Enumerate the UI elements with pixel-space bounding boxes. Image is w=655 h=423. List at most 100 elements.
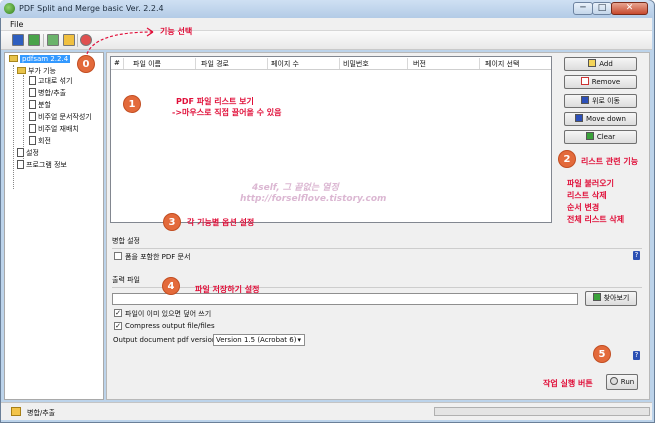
watermark-line: http://forselflove.tistory.com [240, 194, 387, 204]
tree-node-plugin[interactable]: 회전 [29, 136, 51, 146]
tree-node-plugin[interactable]: 고대로 섞기 [29, 76, 72, 86]
toolbar-divider [77, 34, 78, 47]
document-icon [29, 136, 36, 145]
output-file-label: 출력 파일 [112, 276, 140, 284]
annotation-list-item: 파일 불러오기 [567, 179, 614, 188]
remove-button[interactable]: Remove [564, 75, 637, 89]
pdf-version-label: Output document pdf version: [113, 336, 219, 344]
toolbar-divider [43, 34, 44, 47]
column-header[interactable]: 비밀번호 [343, 59, 369, 69]
chevron-down-icon: ▾ [297, 336, 301, 344]
overwrite-checkbox-label: 파일이 이미 있으면 덮어 쓰기 [125, 310, 212, 318]
progress-bar [434, 407, 650, 416]
annotation-text-3: 각 기능별 옵션 설정 [187, 218, 255, 227]
compress-checkbox-label: Compress output file/files [125, 322, 215, 330]
annotation-badge-5: 5 [593, 345, 611, 363]
tree-node-root[interactable]: pdfsam 2.2.4 [9, 55, 71, 63]
document-icon [17, 148, 24, 157]
plugin-tree: pdfsam 2.2.4 부가 기능 고대로 섞기 병합/추출 분할 비주얼 문… [4, 52, 104, 400]
annotation-list-item: 전체 리스트 삭제 [567, 215, 625, 224]
document-icon [17, 160, 24, 169]
forms-checkbox[interactable] [114, 252, 122, 260]
annotation-list-item: 순서 변경 [567, 203, 600, 212]
folder-icon [11, 407, 21, 416]
column-separator [267, 58, 268, 69]
menu-file[interactable]: File [10, 20, 23, 29]
destination-input[interactable] [112, 293, 578, 305]
move-down-button[interactable]: Move down [564, 112, 637, 126]
remove-icon [580, 77, 589, 85]
window-title: PDF Split and Merge basic Ver. 2.2.4 [19, 4, 164, 13]
browse-button[interactable]: 찾아보기 [585, 291, 637, 306]
document-icon [29, 124, 36, 133]
folder-icon [9, 55, 18, 62]
run-button[interactable]: Run [606, 374, 638, 390]
column-separator [479, 58, 480, 69]
column-header[interactable]: 페이지 선택 [485, 59, 519, 69]
tree-node-settings[interactable]: 설정 [17, 148, 39, 158]
app-logo-icon [4, 3, 15, 14]
column-header[interactable]: 페이지 수 [271, 59, 299, 69]
tree-node-plugin[interactable]: 비주얼 문서작성기 [29, 112, 92, 122]
column-separator [195, 58, 196, 69]
arrow-down-icon [575, 114, 584, 122]
clean-icon[interactable] [63, 34, 75, 46]
table-header: # 파일 이름 파일 경로 페이지 수 비밀번호 버전 페이지 선택 [111, 57, 551, 70]
folder-icon [17, 67, 26, 74]
annotation-arrow [86, 27, 154, 55]
annotation-badge-1: 1 [123, 95, 141, 113]
clear-button[interactable]: Clear [564, 130, 637, 144]
annotation-text-2: 리스트 관련 기능 [581, 157, 639, 166]
column-header[interactable]: 파일 이름 [133, 59, 161, 69]
open-icon[interactable] [28, 34, 40, 46]
save-icon[interactable] [12, 34, 24, 46]
annotation-text-0: 기능 선택 [160, 27, 193, 36]
add-button[interactable]: Add [564, 57, 637, 71]
tree-node-plugin[interactable]: 분할 [29, 100, 51, 110]
merge-options-label: 병합 설정 [112, 237, 140, 245]
annotation-text-1b: ->마우스로 직접 끌어올 수 있음 [172, 108, 282, 117]
pdf-version-select[interactable]: Version 1.5 (Acrobat 6) ▾ [213, 334, 305, 346]
tree-line [13, 65, 14, 189]
duplicate-icon[interactable] [47, 34, 59, 46]
document-icon [29, 100, 36, 109]
run-gear-icon [609, 377, 618, 385]
folder-open-icon [592, 293, 601, 301]
section-divider [112, 287, 642, 288]
clear-icon [585, 132, 594, 140]
help-icon[interactable]: ? [633, 251, 640, 260]
minimize-button[interactable]: ─ [573, 2, 593, 15]
column-header[interactable]: 파일 경로 [201, 59, 229, 69]
forms-checkbox-label: 폼을 포함한 PDF 문서 [125, 253, 191, 261]
column-header[interactable]: # [114, 59, 120, 67]
tree-node-info[interactable]: 프로그램 정보 [17, 160, 67, 170]
annotation-badge-3: 3 [163, 213, 181, 231]
annotation-text-5: 작업 실행 버튼 [543, 379, 593, 388]
status-bar: 병합/추출 [1, 402, 652, 420]
document-icon [29, 112, 36, 121]
annotation-list-item: 리스트 삭제 [567, 191, 607, 200]
maximize-button[interactable]: □ [592, 2, 612, 15]
tree-node-plugin[interactable]: 병합/추출 [29, 88, 66, 98]
column-separator [339, 58, 340, 69]
status-text: 병합/추출 [27, 409, 56, 417]
annotation-badge-0: 0 [77, 55, 95, 73]
column-header[interactable]: 버전 [413, 59, 426, 69]
document-icon [29, 76, 36, 85]
tree-node-plugin[interactable]: 비주얼 재배치 [29, 124, 79, 134]
help-icon[interactable]: ? [633, 351, 640, 360]
annotation-text-1: PDF 파일 리스트 보기 [176, 97, 254, 106]
watermark-line: 4self, 그 끝없는 열정 [252, 183, 339, 193]
document-icon [29, 88, 36, 97]
add-file-icon [588, 59, 597, 67]
column-separator [123, 58, 124, 69]
compress-checkbox[interactable]: ✓ [114, 322, 122, 330]
annotation-badge-2: 2 [558, 150, 576, 168]
move-up-button[interactable]: 위로 이동 [564, 94, 637, 108]
overwrite-checkbox[interactable]: ✓ [114, 309, 122, 317]
column-separator [407, 58, 408, 69]
annotation-badge-4: 4 [162, 277, 180, 295]
section-divider [112, 248, 642, 249]
annotation-text-4: 파일 저장하기 설정 [195, 285, 260, 294]
close-button[interactable]: ✕ [611, 2, 648, 15]
